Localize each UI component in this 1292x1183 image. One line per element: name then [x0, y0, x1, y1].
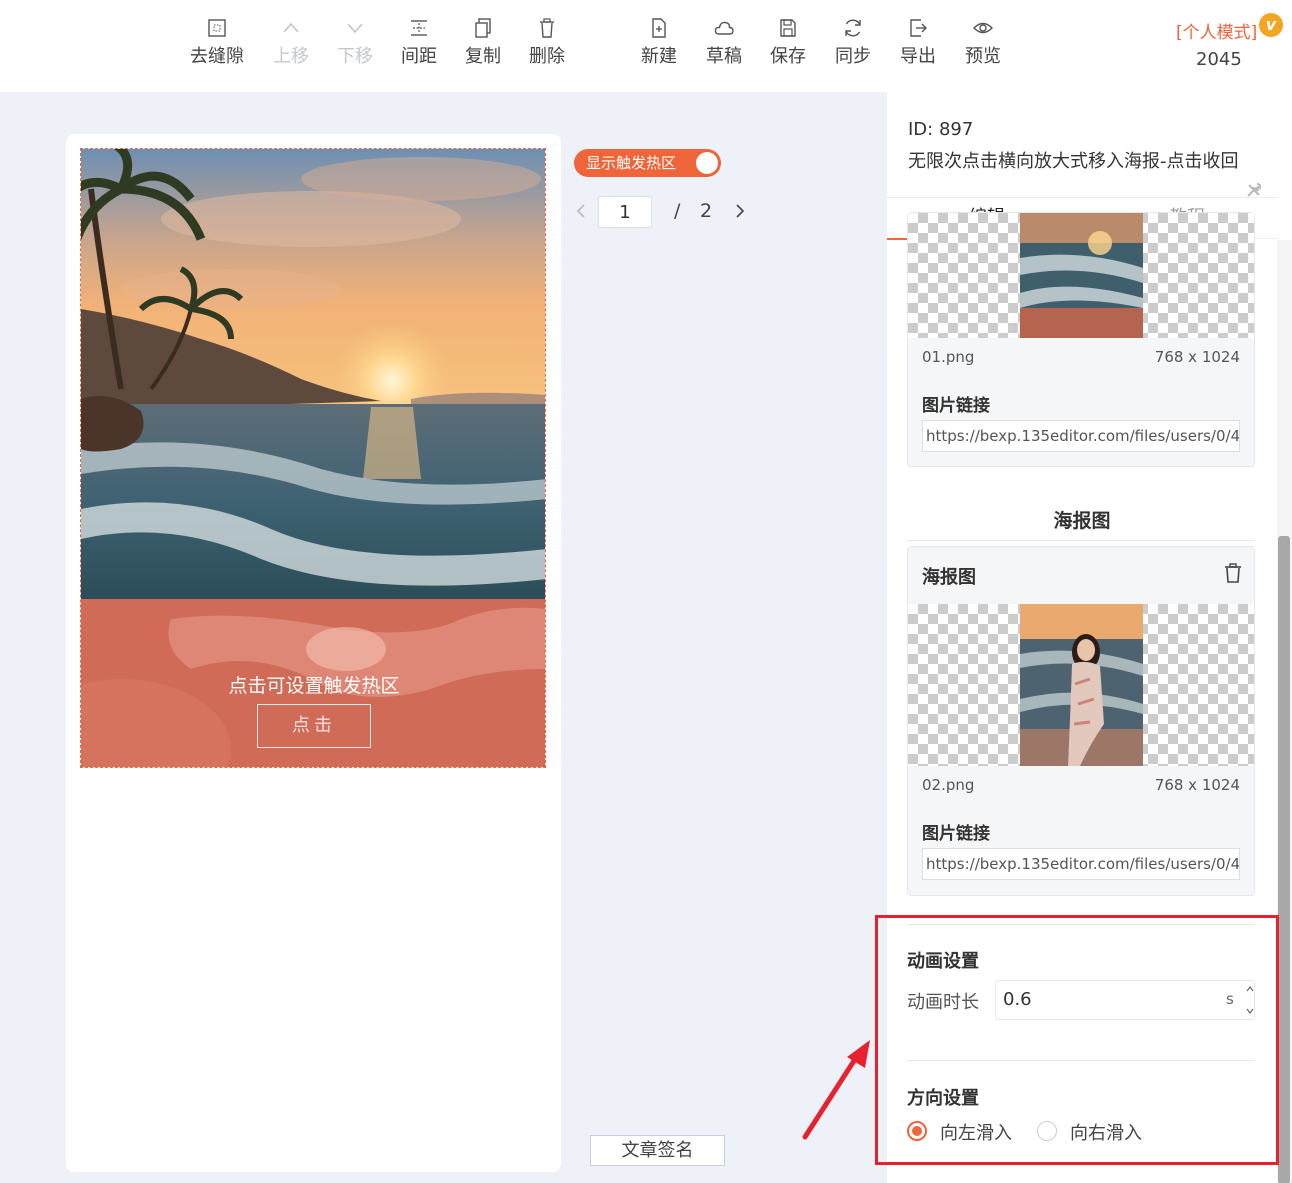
beach-thumbnail [1020, 213, 1143, 338]
sync-icon [845, 19, 861, 37]
copy-button[interactable]: 复制 [448, 16, 518, 68]
poster-card-title: 海报图 [922, 567, 976, 588]
move-up-label: 上移 [273, 46, 309, 67]
show-hotzone-label: 显示触发热区 [586, 154, 677, 172]
image-link-input-02[interactable]: https://bexp.135editor.com/files/users/0… [922, 848, 1240, 880]
image-filename-01: 01.png [922, 348, 975, 366]
new-label: 新建 [641, 46, 677, 67]
close-gap-label: 去缝隙 [190, 46, 244, 67]
move-down-button[interactable]: 下移 [320, 16, 390, 68]
image-link-input-01[interactable]: https://bexp.135editor.com/files/users/0… [922, 420, 1240, 452]
new-button[interactable]: 新建 [624, 16, 694, 68]
chevron-right-icon[interactable] [731, 200, 749, 222]
page-number-input[interactable] [598, 196, 652, 228]
image-card-02: 海报图 02.png 768 x 1024 图片链接 https://bexp.… [907, 546, 1255, 896]
spacing-icon [411, 20, 427, 36]
vip-badge: v [1259, 13, 1283, 37]
image-link-label-02: 图片链接 [922, 824, 990, 844]
close-gap-icon [208, 19, 226, 37]
template-id: ID: 897 [908, 119, 974, 140]
export-label: 导出 [900, 46, 936, 67]
template-title: 无限次点击横向放大式移入海报-点击收回 [908, 151, 1239, 172]
image-filename-02: 02.png [922, 776, 975, 794]
trash-icon[interactable] [1222, 562, 1244, 584]
trash-icon [540, 18, 554, 38]
save-button[interactable]: 保存 [753, 16, 823, 68]
delete-button[interactable]: 删除 [512, 16, 582, 68]
show-hotzone-toggle[interactable]: 显示触发热区 [574, 149, 721, 177]
scrollbar-thumb[interactable] [1278, 536, 1290, 1183]
copy-icon [475, 18, 491, 38]
chevron-down-icon [347, 23, 363, 34]
highlight-box [875, 915, 1279, 1165]
move-down-label: 下移 [337, 46, 373, 67]
image-size-02: 768 x 1024 [1154, 776, 1240, 794]
hotzone-button[interactable]: 点击 [257, 704, 371, 748]
delete-label: 删除 [529, 46, 565, 67]
chevron-left-icon[interactable] [572, 200, 590, 222]
article-signature-button[interactable]: 文章签名 [590, 1135, 725, 1166]
sync-label: 同步 [835, 46, 871, 67]
save-label: 保存 [770, 46, 806, 67]
image-link-label-01: 图片链接 [922, 396, 990, 416]
image-size-01: 768 x 1024 [1154, 348, 1240, 366]
image-preview-01[interactable] [908, 213, 1254, 338]
page-separator: / [674, 200, 681, 222]
toggle-knob [696, 152, 718, 174]
page-total: 2 [700, 200, 713, 222]
sync-button[interactable]: 同步 [818, 16, 888, 68]
poster-section-title: 海报图 [1053, 510, 1111, 532]
close-gap-button[interactable]: 去缝隙 [182, 16, 252, 68]
cloud-icon [714, 21, 734, 35]
personal-mode-link[interactable]: [个人模式] [1176, 18, 1257, 43]
export-button[interactable]: 导出 [883, 16, 953, 68]
woman-on-beach-thumbnail [1020, 604, 1143, 766]
draft-label: 草稿 [706, 46, 742, 67]
divider [907, 540, 1255, 541]
hotzone-hint-text: 点击可设置触发热区 [228, 675, 400, 697]
image-preview-02[interactable] [908, 604, 1254, 766]
chevron-up-icon [283, 22, 299, 33]
preview-label: 预览 [965, 46, 1001, 67]
annotation-arrow-icon [802, 1040, 870, 1140]
top-toolbar: 去缝隙 上移 下移 间距 复制 删除 新建 草稿 保存 同步 导出 预览 [个人… [0, 0, 1292, 92]
image-card-01: 01.png 768 x 1024 图片链接 https://bexp.135e… [907, 212, 1255, 467]
poster-preview[interactable]: 点击可设置触发热区 点击 [80, 148, 546, 768]
export-icon [910, 19, 927, 37]
copy-label: 复制 [465, 46, 501, 67]
preview-button[interactable]: 预览 [948, 16, 1018, 68]
new-file-icon [652, 18, 666, 38]
spacing-button[interactable]: 间距 [384, 16, 454, 68]
user-count: 2045 [1196, 49, 1242, 70]
eye-icon [973, 22, 993, 34]
move-up-button[interactable]: 上移 [256, 16, 326, 68]
draft-button[interactable]: 草稿 [689, 16, 759, 68]
spacing-label: 间距 [401, 46, 437, 67]
save-icon [780, 19, 796, 37]
